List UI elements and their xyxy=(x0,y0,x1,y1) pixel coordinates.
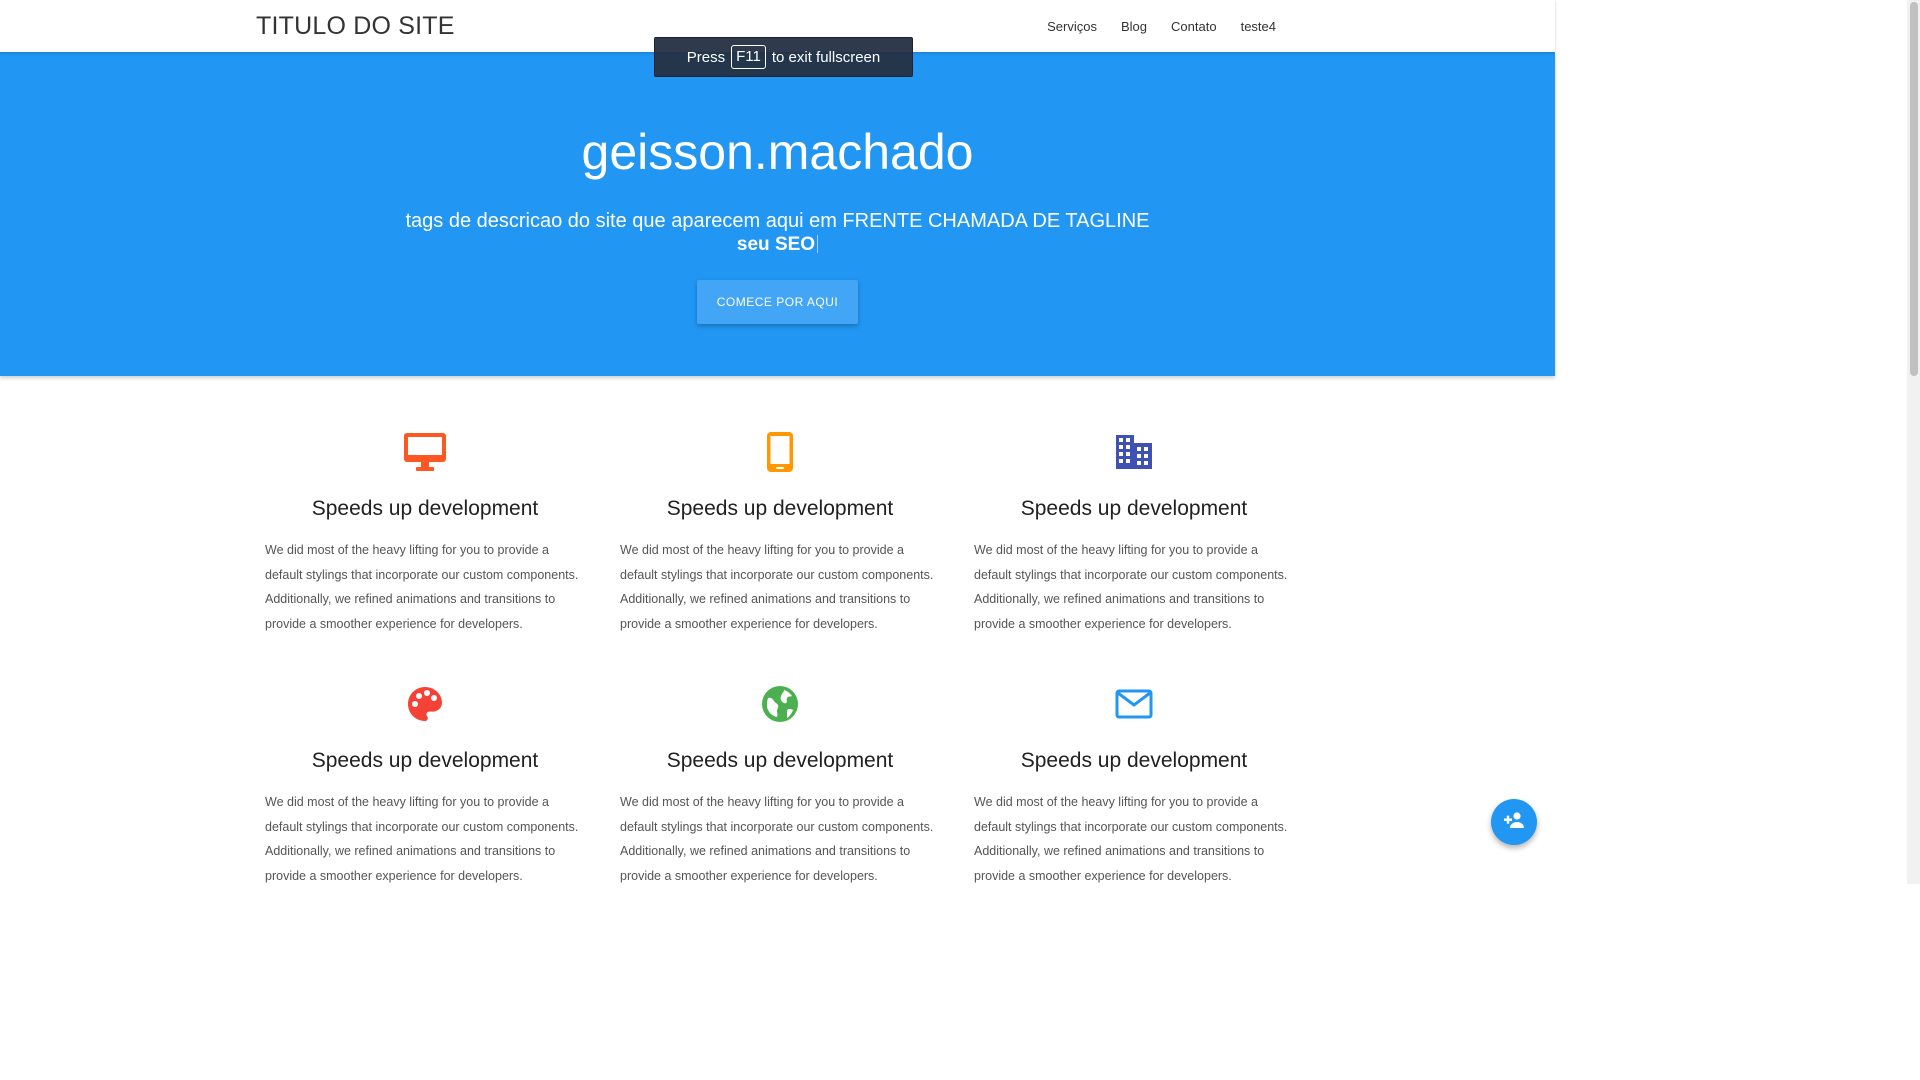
feature-text: We did most of the heavy lifting for you… xyxy=(974,795,1288,883)
desktop-icon xyxy=(395,422,455,482)
fullscreen-notice-before: Press xyxy=(686,48,726,66)
feature-text: We did most of the heavy lifting for you… xyxy=(620,795,934,883)
site-brand[interactable]: TITULO DO SITE xyxy=(256,10,455,42)
typing-caret xyxy=(817,235,819,253)
hero-typed-text: seu SEO xyxy=(0,233,1555,256)
hero-title: geisson.machado xyxy=(581,124,974,180)
feature-title: Speeds up development xyxy=(1020,749,1248,772)
feature-text: We did most of the heavy lifting for you… xyxy=(974,543,1288,631)
add-person-icon xyxy=(1503,811,1525,833)
feature-card: Speeds up development We did most of the… xyxy=(620,422,940,636)
feature-card: Speeds up development We did most of the… xyxy=(974,422,1294,636)
feature-text: We did most of the heavy lifting for you… xyxy=(265,795,579,883)
globe-icon xyxy=(750,674,810,734)
nav-link-contato[interactable]: Contato xyxy=(1159,19,1229,34)
feature-title: Speeds up development xyxy=(1020,497,1248,520)
feature-text: We did most of the heavy lifting for you… xyxy=(265,543,579,631)
fullscreen-notice-after: to exit fullscreen xyxy=(771,48,881,66)
nav-link-servicos[interactable]: Serviços xyxy=(1035,19,1109,34)
tablet-icon xyxy=(750,422,810,482)
fullscreen-key: F11 xyxy=(731,45,766,69)
mail-icon xyxy=(1104,674,1164,734)
nav-links: Serviços Blog Contato teste4 xyxy=(1035,0,1288,52)
feature-title: Speeds up development xyxy=(666,749,894,772)
feature-card: Speeds up development We did most of the… xyxy=(974,674,1294,888)
add-person-button[interactable] xyxy=(1491,799,1537,845)
scrollbar-thumb[interactable] xyxy=(1910,2,1918,376)
feature-card: Speeds up development We did most of the… xyxy=(265,674,585,888)
cta-button[interactable]: COMECE POR AQUI xyxy=(697,280,858,324)
nav-link-blog[interactable]: Blog xyxy=(1109,19,1159,34)
feature-title: Speeds up development xyxy=(311,497,539,520)
nav-link-teste4[interactable]: teste4 xyxy=(1229,19,1288,34)
typed-text: seu SEO xyxy=(736,234,816,255)
feature-card: Speeds up development We did most of the… xyxy=(265,422,585,636)
fullscreen-notice: Press F11 to exit fullscreen xyxy=(654,37,913,77)
feature-card: Speeds up development We did most of the… xyxy=(620,674,940,888)
feature-title: Speeds up development xyxy=(311,749,539,772)
building-icon xyxy=(1104,422,1164,482)
page-scrollbar[interactable] xyxy=(1907,0,1920,884)
palette-icon xyxy=(395,674,455,734)
feature-title: Speeds up development xyxy=(666,497,894,520)
features-section: Speeds up development We did most of the… xyxy=(0,376,1555,884)
feature-text: We did most of the heavy lifting for you… xyxy=(620,543,934,631)
hero-banner: geisson.machado tags de descricao do sit… xyxy=(0,52,1555,376)
hero-tagline: tags de descricao do site que aparecem a… xyxy=(405,210,1150,232)
